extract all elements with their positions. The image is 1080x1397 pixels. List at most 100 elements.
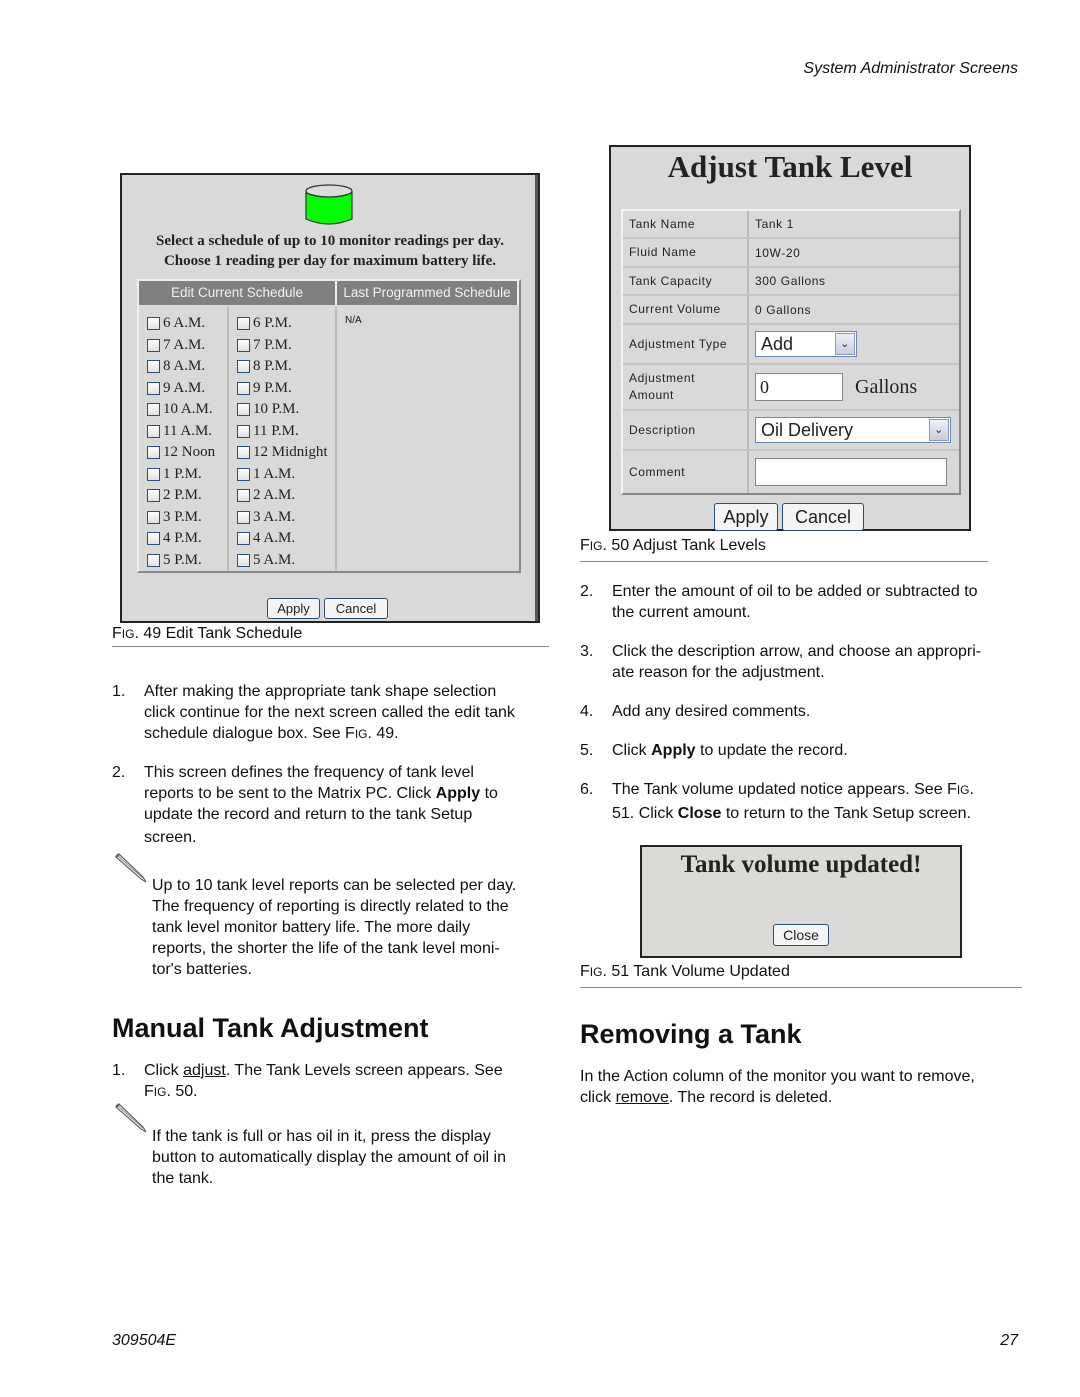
schedule-option-label: 2 A.M.	[253, 487, 296, 504]
schedule-option[interactable]: 9 P.M.	[229, 378, 335, 400]
schedule-checkbox[interactable]	[237, 553, 250, 567]
table-row: Tank Name Tank 1	[623, 211, 959, 239]
schedule-option[interactable]: 7 P.M.	[229, 335, 335, 357]
schedule-option-label: 8 A.M.	[163, 358, 206, 375]
schedule-option-label: 5 P.M.	[163, 551, 202, 568]
schedule-option[interactable]: 6 A.M.	[139, 313, 227, 335]
schedule-option[interactable]: 9 A.M.	[139, 378, 227, 400]
edit-current-schedule-header: Edit Current Schedule	[139, 281, 337, 305]
chevron-down-icon[interactable]: ⌄	[929, 419, 949, 441]
schedule-option-label: 8 P.M.	[253, 358, 292, 375]
close-button[interactable]: Close	[773, 924, 829, 946]
fig51-caption: FIG. 51 Tank Volume Updated	[580, 963, 790, 980]
adjustment-type-select[interactable]: Add ⌄	[755, 331, 857, 357]
adjust-tank-table: Tank Name Tank 1 Fluid Name 10W-20 Tank …	[621, 209, 961, 495]
schedule-option[interactable]: 8 A.M.	[139, 356, 227, 378]
schedule-checkbox[interactable]	[147, 510, 160, 524]
table-row: Fluid Name 10W-20	[623, 239, 959, 268]
schedule-option[interactable]: 12 Midnight	[229, 442, 335, 464]
schedule-option[interactable]: 5 P.M.	[139, 550, 227, 572]
schedule-checkbox[interactable]	[147, 338, 160, 352]
adjust-link[interactable]: adjust	[183, 1062, 226, 1079]
note-pencil-icon	[115, 853, 147, 883]
schedule-option[interactable]: 6 P.M.	[229, 313, 335, 335]
remove-link[interactable]: remove	[616, 1089, 669, 1106]
schedule-option[interactable]: 1 A.M.	[229, 464, 335, 486]
schedule-option-label: 12 Noon	[163, 444, 216, 461]
schedule-checkbox[interactable]	[147, 424, 160, 438]
fluid-name-value: 10W-20	[755, 245, 801, 260]
page-number: 27	[1000, 1332, 1018, 1349]
schedule-checkbox[interactable]	[237, 360, 250, 374]
schedule-option-label: 7 P.M.	[253, 336, 292, 353]
schedule-option-label: 9 A.M.	[163, 379, 206, 396]
schedule-checkbox[interactable]	[237, 317, 250, 331]
schedule-option-label: 6 P.M.	[253, 315, 292, 332]
table-row: Tank Capacity 300 Gallons	[623, 268, 959, 296]
caption-divider	[580, 987, 1022, 988]
schedule-option[interactable]: 10 A.M.	[139, 399, 227, 421]
schedule-checkbox[interactable]	[237, 424, 250, 438]
schedule-checkbox[interactable]	[237, 446, 250, 460]
removing-tank-text: In the Action column of the monitor you …	[580, 1068, 975, 1106]
schedule-checkbox[interactable]	[237, 381, 250, 395]
chevron-down-icon[interactable]: ⌄	[835, 333, 855, 355]
schedule-option[interactable]: 1 P.M.	[139, 464, 227, 486]
schedule-option[interactable]: 3 A.M.	[229, 507, 335, 529]
schedule-option[interactable]: 4 A.M.	[229, 528, 335, 550]
schedule-checkbox[interactable]	[147, 403, 160, 417]
note-reporting-frequency: Up to 10 tank level reports can be selec…	[152, 877, 517, 978]
schedule-option-label: 10 A.M.	[163, 401, 213, 418]
tank-icon	[305, 184, 353, 225]
fig49-caption: FIG. 49 Edit Tank Schedule	[112, 625, 303, 642]
schedule-option-label: 10 P.M.	[253, 401, 300, 418]
schedule-option[interactable]: 2 P.M.	[139, 485, 227, 507]
schedule-checkbox[interactable]	[147, 532, 160, 546]
schedule-checkbox[interactable]	[237, 510, 250, 524]
caption-divider	[112, 646, 549, 647]
schedule-column-1: 6 A.M. 7 A.M. 8 A.M. 9 A.M. 10 A.M. 11 A.M. 12…	[139, 307, 229, 571]
schedule-option[interactable]: 7 A.M.	[139, 335, 227, 357]
edit-tank-schedule-screenshot: Select a schedule of up to 10 monitor re…	[120, 173, 540, 623]
instruction-line-1: Select a schedule of up to 10 monitor re…	[156, 233, 504, 249]
note-pencil-icon	[115, 1103, 147, 1133]
cancel-button[interactable]: Cancel	[324, 598, 388, 619]
schedule-checkbox[interactable]	[147, 381, 160, 395]
current-volume-value: 0 Gallons	[755, 302, 812, 317]
schedule-checkbox[interactable]	[147, 467, 160, 481]
schedule-checkbox[interactable]	[147, 317, 160, 331]
schedule-option-label: 5 A.M.	[253, 551, 296, 568]
schedule-checkbox[interactable]	[147, 553, 160, 567]
schedule-option[interactable]: 2 A.M.	[229, 485, 335, 507]
apply-button[interactable]: Apply	[714, 503, 778, 531]
schedule-checkbox[interactable]	[237, 403, 250, 417]
schedule-checkbox[interactable]	[237, 338, 250, 352]
schedule-checkbox[interactable]	[237, 467, 250, 481]
schedule-option[interactable]: 10 P.M.	[229, 399, 335, 421]
schedule-checkbox[interactable]	[147, 360, 160, 374]
schedule-option[interactable]: 3 P.M.	[139, 507, 227, 529]
schedule-checkbox[interactable]	[147, 446, 160, 460]
schedule-option[interactable]: 8 P.M.	[229, 356, 335, 378]
description-select[interactable]: Oil Delivery ⌄	[755, 417, 951, 443]
table-row: Current Volume 0 Gallons	[623, 296, 959, 325]
schedule-option-label: 3 P.M.	[163, 508, 202, 525]
comment-input[interactable]	[755, 458, 947, 486]
schedule-checkbox[interactable]	[237, 532, 250, 546]
apply-button[interactable]: Apply	[267, 598, 320, 619]
schedule-option-label: 4 A.M.	[253, 530, 296, 547]
schedule-option[interactable]: 4 P.M.	[139, 528, 227, 550]
cancel-button[interactable]: Cancel	[782, 503, 864, 531]
schedule-option[interactable]: 12 Noon	[139, 442, 227, 464]
adjustment-amount-input[interactable]: 0	[755, 373, 843, 401]
schedule-option-label: 9 P.M.	[253, 379, 292, 396]
schedule-option[interactable]: 5 A.M.	[229, 550, 335, 572]
manual-tank-adjustment-heading: Manual Tank Adjustment	[112, 1013, 429, 1043]
caption-divider	[580, 561, 988, 562]
schedule-option[interactable]: 11 A.M.	[139, 421, 227, 443]
schedule-checkbox[interactable]	[147, 489, 160, 503]
schedule-option-label: 7 A.M.	[163, 336, 206, 353]
schedule-checkbox[interactable]	[237, 489, 250, 503]
schedule-option[interactable]: 11 P.M.	[229, 421, 335, 443]
schedule-option-label: 2 P.M.	[163, 487, 202, 504]
